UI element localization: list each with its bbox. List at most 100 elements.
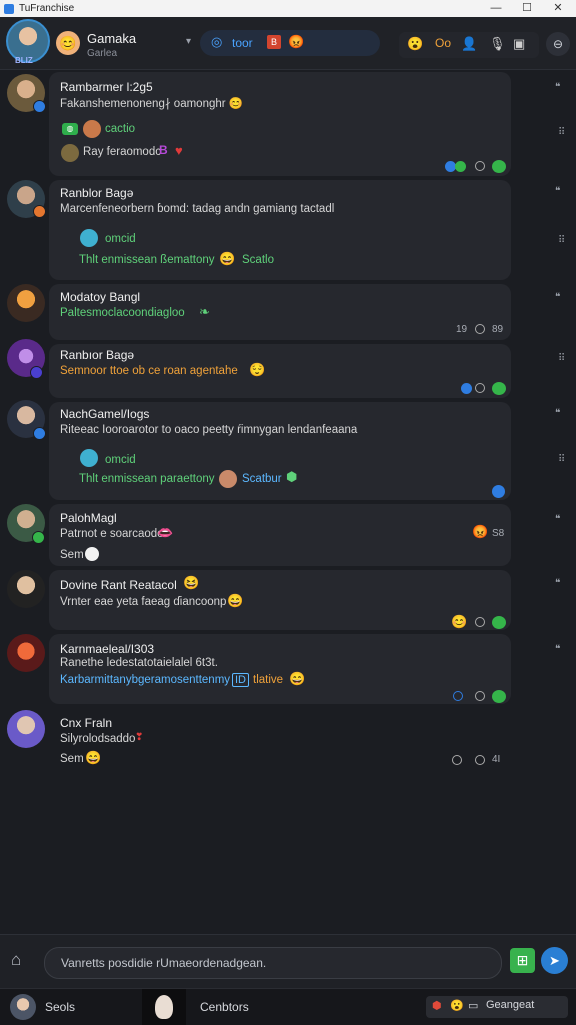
header-pill-button[interactable]: ◎ toor B 😡 (200, 30, 380, 56)
menu-icon[interactable]: ⊖ (546, 32, 570, 56)
smile-icon: 😄 (85, 750, 102, 765)
sender-name: NachGamel/Iogs (60, 407, 150, 421)
sub-line: Sem (60, 549, 84, 561)
more-icon[interactable]: ⠿ (558, 128, 565, 138)
message-text: Karbarmittanybgeramosenttenmy (60, 674, 231, 686)
message-card[interactable]: Modatoy Bangl Paltesmoclacoondiagloo ❧ 1… (49, 284, 511, 340)
message-text: Semnoor ttoe ob ce roan agentahe (60, 365, 238, 377)
emoji-icon: 😊 (451, 614, 468, 629)
game-icon: ⬢ (432, 1000, 442, 1012)
play-icon (85, 547, 99, 561)
message-card[interactable]: PalohMagl Patrnot e soarcaodo: 👄 Sem 😡 S… (49, 504, 511, 566)
chevron-down-icon[interactable]: ▾ (186, 36, 191, 47)
status-badge (33, 100, 46, 113)
react-icon[interactable]: ❝ (555, 644, 560, 655)
message-composer: ⌂ Vanretts posdidie rUmaeordenadgean. ⊞ … (0, 934, 576, 989)
chat-header: BLIZ 😊 Gamaka Garlea ▾ ◎ toor B 😡 😮 Oo 👤… (0, 17, 576, 70)
taskbar-label[interactable]: Cenbtors (200, 1000, 249, 1014)
taskbar-group[interactable]: ⬢ 😮 ▭ Geangeat (426, 996, 568, 1018)
status-badge (30, 366, 43, 379)
message-text: Vrnter eae yeta faeag ɗiancoonp (60, 596, 227, 608)
sender-name: Ranbıor Bagə (60, 348, 135, 362)
chip-text: omcid (105, 233, 136, 245)
sender-avatar[interactable] (7, 634, 45, 672)
status-icon (461, 383, 472, 394)
message-meta: S8 (492, 528, 505, 539)
message-text: Paltesmoclacoondiagloo (60, 307, 185, 319)
tool-label[interactable]: Oo (435, 36, 451, 50)
message-item: Modatoy Bangl Paltesmoclacoondiagloo ❧ 1… (0, 284, 576, 342)
sub-line: Thlt enmissean paraettony (79, 473, 215, 485)
sender-avatar[interactable] (7, 284, 45, 322)
sender-name: Cnx Fraln (60, 716, 113, 730)
shield-icon: ⬢ (286, 469, 298, 484)
more-icon[interactable]: ⠿ (558, 236, 565, 246)
message-card[interactable]: Ranblor Bagə Marcenfeneorbern ɓomd: tada… (49, 180, 511, 280)
react-icon[interactable]: ❝ (555, 514, 560, 525)
smile-icon: 😡 (288, 34, 305, 49)
smile-icon: 😄 (227, 593, 244, 608)
leaf-icon: ❧ (199, 304, 210, 319)
react-icon[interactable]: ❝ (555, 408, 560, 419)
react-icon[interactable]: ❝ (555, 186, 560, 197)
game-icon (83, 120, 101, 138)
more-icon[interactable]: ⠿ (558, 455, 565, 465)
message-meta: 4I (492, 754, 501, 765)
chat-subtitle: Garlea (87, 48, 118, 59)
chip-text: omcid (105, 454, 136, 466)
clock-icon (475, 324, 485, 334)
mic-icon[interactable]: 🎙 (489, 36, 506, 52)
sender-name: Modatoy Bangl (60, 290, 141, 304)
react-icon[interactable]: ❝ (555, 292, 560, 303)
attach-button[interactable]: ⊞ (510, 948, 535, 973)
close-button[interactable]: ✕ (540, 0, 576, 17)
react-icon[interactable]: ❝ (555, 82, 560, 93)
message-item: Rambarmer ⁠l:2g5 Fakanshemenoneng∤ oamon… (0, 72, 576, 178)
send-button[interactable]: ➤ (541, 947, 568, 974)
avatar[interactable] (10, 994, 36, 1020)
message-input[interactable]: Vanretts posdidie rUmaeordenadgean. (44, 947, 502, 979)
sub-badge: B (159, 143, 168, 157)
avatar (219, 470, 237, 488)
clock-icon (475, 617, 485, 627)
status-icon (453, 691, 463, 701)
message-meta-2: 89 (492, 324, 504, 335)
clock-icon (475, 161, 485, 171)
message-card[interactable]: NachGamel/Iogs Riteeac Iooroarotor to oa… (49, 402, 511, 500)
message-item: PalohMagl Patrnot e soarcaodo: 👄 Sem 😡 S… (0, 504, 576, 568)
sender-name: PalohMagl (60, 511, 117, 525)
taskbar: Seols Cenbtors ⬢ 😮 ▭ Geangeat (0, 988, 576, 1025)
more-icon[interactable]: ⠿ (558, 354, 565, 364)
check-icon (455, 161, 466, 172)
taskbar-label[interactable]: Seols (45, 1000, 75, 1014)
message-card[interactable]: Dovine Rant Reatacol 😆 Vrnter eae yeta f… (49, 570, 511, 630)
pill-badge: B (267, 35, 281, 49)
sticker-icon[interactable]: 😮 (407, 36, 423, 52)
lips-icon: 👄 (157, 525, 174, 540)
window-title: TuFranchise (19, 3, 75, 14)
smile-icon: 😄 (219, 251, 236, 266)
game-icon (80, 229, 98, 247)
chat-icon: ▭ (468, 1000, 479, 1012)
status-icon (492, 485, 505, 498)
react-icon[interactable]: ❝ (555, 578, 560, 589)
status-badge (32, 531, 45, 544)
sub-suffix: Scatbur (242, 473, 282, 485)
inline-tag: ID (232, 673, 249, 687)
check-icon (492, 690, 506, 703)
message-card[interactable]: Rambarmer ⁠l:2g5 Fakanshemenoneng∤ oamon… (49, 72, 511, 176)
video-icon[interactable]: ▣ (513, 36, 525, 52)
message-card[interactable]: Ranbıor Bagə Semnoor ttoe ob ce roan age… (49, 344, 511, 398)
smile-icon: 😌 (249, 362, 266, 377)
sender-avatar[interactable] (7, 570, 45, 608)
message-card[interactable]: Karnmaeleal/I303 Ranethe ledestatotaiela… (49, 634, 511, 704)
chat-title[interactable]: Gamaka (87, 31, 136, 46)
message-item: Karnmaeleal/I303 Ranethe ledestatotaiela… (0, 634, 576, 706)
taskbar-app-tile[interactable] (142, 989, 186, 1025)
my-avatar-label: BLIZ (15, 56, 33, 65)
message-text: Fakanshemenoneng∤ oamonghr 😊 (60, 98, 244, 110)
sender-avatar[interactable] (7, 710, 45, 748)
message-item: Dovine Rant Reatacol 😆 Vrnter eae yeta f… (0, 570, 576, 632)
person-icon[interactable]: 👤 (461, 36, 477, 52)
home-icon[interactable]: ⌂ (11, 950, 21, 970)
